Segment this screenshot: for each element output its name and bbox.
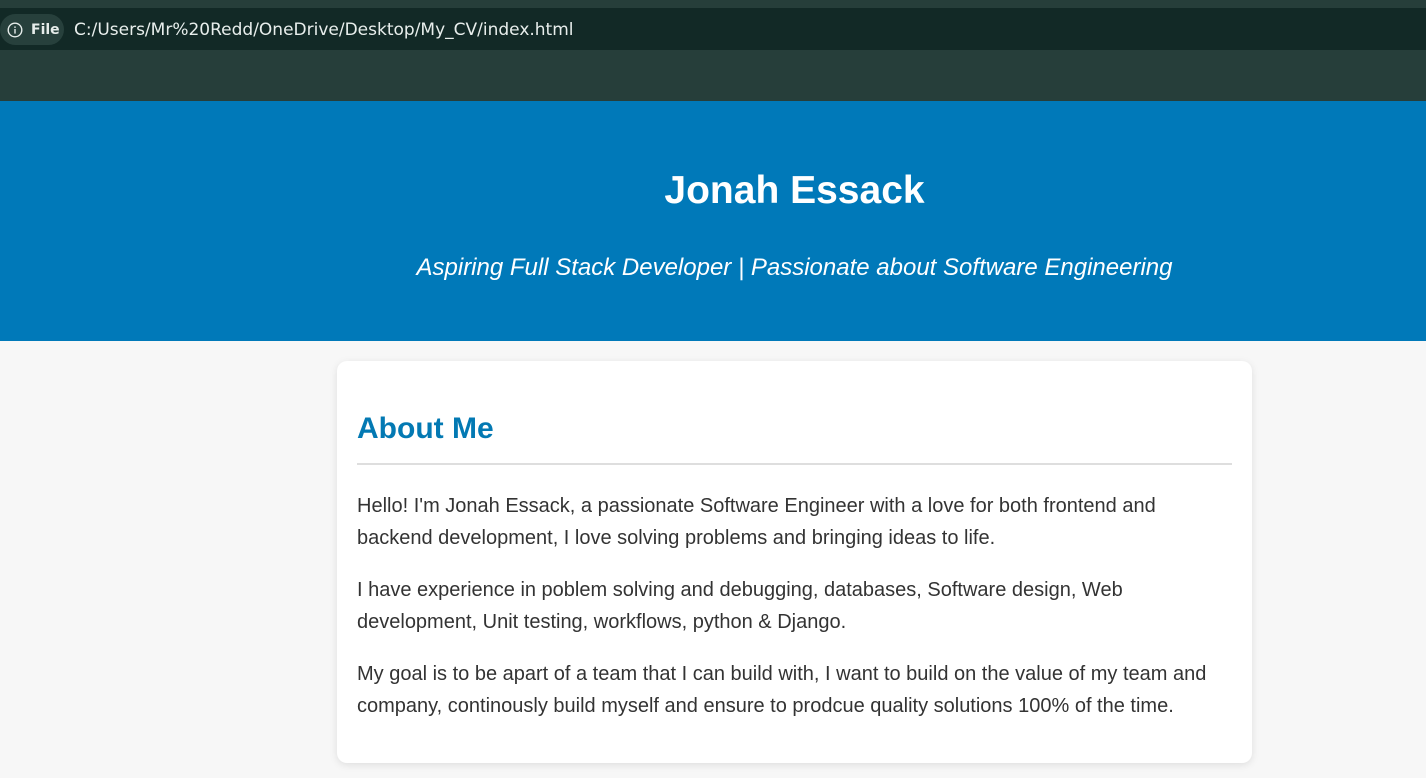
about-paragraph-intro: Hello! I'm Jonah Essack, a passionate So… bbox=[357, 495, 1156, 549]
about-me-heading: About Me bbox=[357, 412, 494, 445]
hero-tagline: Aspiring Full Stack Developer | Passiona… bbox=[416, 254, 1173, 281]
address-bar[interactable]: File C:/Users/Mr%20Redd/OneDrive/Desktop… bbox=[0, 8, 1426, 50]
about-paragraph-experience: I have experience in poblem solving and … bbox=[357, 579, 1123, 633]
info-circle-icon bbox=[7, 21, 23, 38]
url-text[interactable]: C:/Users/Mr%20Redd/OneDrive/Desktop/My_C… bbox=[74, 20, 574, 40]
heading-divider bbox=[357, 463, 1232, 465]
site-info-button[interactable]: File bbox=[0, 14, 64, 45]
about-paragraph-goal: My goal is to be apart of a team that I … bbox=[357, 663, 1207, 717]
about-me-card: About Me Hello! I'm Jonah Essack, a pass… bbox=[337, 361, 1252, 763]
browser-chrome: File C:/Users/Mr%20Redd/OneDrive/Desktop… bbox=[0, 0, 1426, 101]
page-title: Jonah Essack bbox=[664, 169, 925, 212]
hero-header: Jonah Essack Aspiring Full Stack Develop… bbox=[0, 101, 1426, 341]
file-scheme-label: File bbox=[31, 21, 60, 38]
